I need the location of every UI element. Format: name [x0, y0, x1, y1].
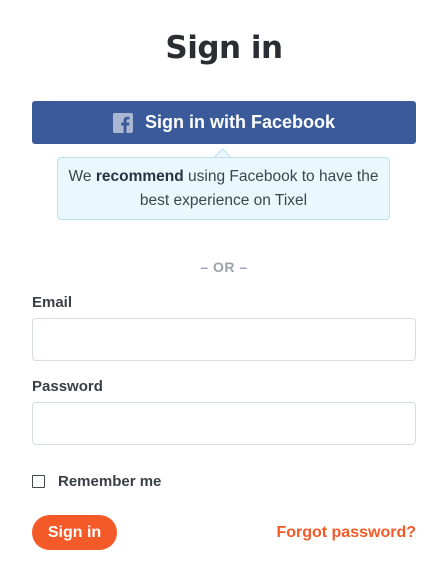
or-divider: – OR – — [200, 259, 248, 275]
facebook-signin-button[interactable]: Sign in with Facebook — [32, 101, 416, 144]
facebook-button-label: Sign in with Facebook — [144, 112, 335, 132]
password-label: Password — [32, 378, 103, 395]
password-field[interactable] — [32, 402, 416, 445]
signin-button[interactable]: Sign in — [32, 515, 117, 550]
remember-me-row[interactable]: Remember me — [32, 473, 161, 490]
facebook-icon — [112, 112, 133, 133]
facebook-recommendation-tooltip: We recommend using Facebook to have the … — [57, 157, 390, 220]
page-title: Sign in — [165, 30, 283, 66]
email-label: Email — [32, 294, 73, 311]
forgot-password-link[interactable]: Forgot password? — [276, 524, 416, 542]
tooltip-text-prefix: We — [68, 168, 96, 185]
email-field[interactable] — [32, 318, 416, 361]
tooltip-text-emphasis: recommend — [95, 168, 184, 185]
remember-me-checkbox[interactable] — [32, 475, 45, 488]
remember-me-label[interactable]: Remember me — [58, 473, 161, 490]
